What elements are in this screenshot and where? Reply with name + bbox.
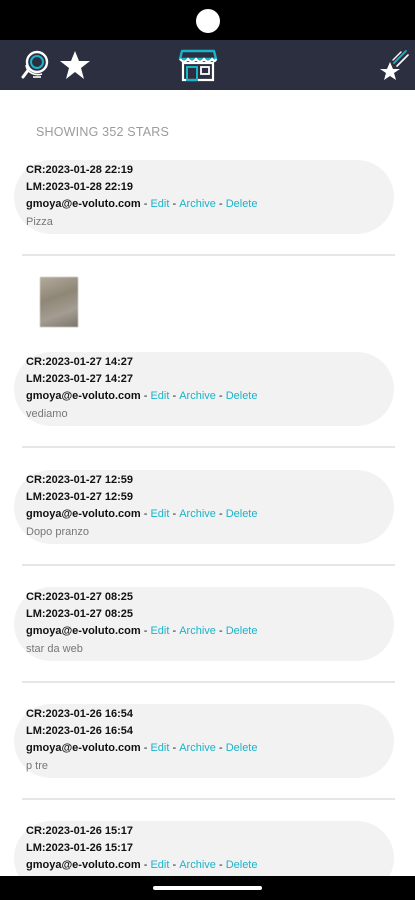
front-camera [196, 9, 220, 33]
delete-link[interactable]: Delete [226, 198, 258, 210]
delete-link[interactable]: Delete [226, 508, 258, 520]
owner-actions-row: gmoya@e-voluto.com - Edit - Archive - De… [26, 742, 257, 754]
separator: - [143, 859, 148, 871]
star-note: star da web [26, 643, 83, 655]
separator: - [218, 198, 223, 210]
divider [22, 681, 395, 683]
star-icon[interactable] [58, 40, 92, 90]
star-note: p tre [26, 760, 49, 772]
archive-link[interactable]: Archive [179, 859, 216, 871]
edit-link[interactable]: Edit [150, 508, 169, 520]
separator: - [143, 508, 148, 520]
created-date: CR:2023-01-27 14:27 [26, 356, 134, 368]
edit-link[interactable]: Edit [150, 198, 169, 210]
owner-actions-row: gmoya@e-voluto.com - Edit - Archive - De… [26, 625, 257, 637]
owner-email: gmoya@e-voluto.com [26, 742, 141, 754]
edit-link[interactable]: Edit [150, 625, 169, 637]
archive-link[interactable]: Archive [179, 508, 216, 520]
stars-list: SHOWING 352 STARS CR:2023-01-28 22:19 LM… [0, 90, 415, 876]
modified-date: LM:2023-01-26 16:54 [26, 725, 134, 737]
shooting-star-icon[interactable] [379, 40, 409, 90]
separator: - [143, 198, 148, 210]
separator: - [218, 742, 223, 754]
modified-date: LM:2023-01-26 15:17 [26, 842, 134, 854]
edit-link[interactable]: Edit [150, 390, 169, 402]
separator: - [218, 390, 223, 402]
star-note: Dopo pranzo [26, 526, 89, 538]
separator: - [143, 390, 148, 402]
showing-count: SHOWING 352 STARS [36, 125, 170, 139]
divider [22, 254, 395, 256]
modified-date: LM:2023-01-27 14:27 [26, 373, 134, 385]
owner-actions-row: gmoya@e-voluto.com - Edit - Archive - De… [26, 390, 257, 402]
created-date: CR:2023-01-28 22:19 [26, 164, 134, 176]
separator: - [143, 625, 148, 637]
archive-link[interactable]: Archive [179, 625, 216, 637]
star-card[interactable]: CR:2023-01-27 14:27 LM:2023-01-27 14:27 … [14, 352, 394, 426]
separator: - [172, 390, 177, 402]
separator: - [218, 508, 223, 520]
edit-link[interactable]: Edit [150, 742, 169, 754]
separator: - [172, 859, 177, 871]
app-bar [0, 40, 415, 90]
delete-link[interactable]: Delete [226, 625, 258, 637]
created-date: CR:2023-01-26 15:17 [26, 825, 134, 837]
star-note: vediamo [26, 408, 68, 420]
star-card[interactable]: CR:2023-01-27 12:59 LM:2023-01-27 12:59 … [14, 470, 394, 544]
globe-search-icon[interactable] [18, 40, 54, 90]
store-icon[interactable] [178, 40, 218, 90]
delete-link[interactable]: Delete [226, 742, 258, 754]
separator: - [218, 859, 223, 871]
modified-date: LM:2023-01-28 22:19 [26, 181, 134, 193]
modified-date: LM:2023-01-27 08:25 [26, 608, 134, 620]
owner-actions-row: gmoya@e-voluto.com - Edit - Archive - De… [26, 859, 257, 871]
created-date: CR:2023-01-26 16:54 [26, 708, 134, 720]
divider [22, 798, 395, 800]
created-date: CR:2023-01-27 08:25 [26, 591, 134, 603]
divider [22, 446, 395, 448]
owner-actions-row: gmoya@e-voluto.com - Edit - Archive - De… [26, 198, 257, 210]
owner-email: gmoya@e-voluto.com [26, 508, 141, 520]
owner-email: gmoya@e-voluto.com [26, 859, 141, 871]
owner-email: gmoya@e-voluto.com [26, 625, 141, 637]
owner-email: gmoya@e-voluto.com [26, 390, 141, 402]
star-note: Pizza [26, 216, 53, 228]
home-indicator[interactable] [153, 886, 262, 890]
separator: - [172, 508, 177, 520]
owner-email: gmoya@e-voluto.com [26, 198, 141, 210]
star-card[interactable]: CR:2023-01-26 16:54 LM:2023-01-26 16:54 … [14, 704, 394, 778]
star-card[interactable]: CR:2023-01-27 08:25 LM:2023-01-27 08:25 … [14, 587, 394, 661]
star-card[interactable]: CR:2023-01-28 22:19 LM:2023-01-28 22:19 … [14, 160, 394, 234]
modified-date: LM:2023-01-27 12:59 [26, 491, 134, 503]
separator: - [172, 742, 177, 754]
system-nav-bar [0, 876, 415, 900]
separator: - [172, 198, 177, 210]
delete-link[interactable]: Delete [226, 859, 258, 871]
archive-link[interactable]: Archive [179, 742, 216, 754]
star-card[interactable]: CR:2023-01-26 15:17 LM:2023-01-26 15:17 … [14, 821, 394, 876]
separator: - [218, 625, 223, 637]
edit-link[interactable]: Edit [150, 859, 169, 871]
phone-screen: SHOWING 352 STARS CR:2023-01-28 22:19 LM… [0, 0, 415, 900]
separator: - [143, 742, 148, 754]
divider [22, 564, 395, 566]
archive-link[interactable]: Archive [179, 390, 216, 402]
created-date: CR:2023-01-27 12:59 [26, 474, 134, 486]
delete-link[interactable]: Delete [226, 390, 258, 402]
owner-actions-row: gmoya@e-voluto.com - Edit - Archive - De… [26, 508, 257, 520]
archive-link[interactable]: Archive [179, 198, 216, 210]
attachment-thumbnail[interactable] [40, 277, 78, 327]
separator: - [172, 625, 177, 637]
status-bar [0, 0, 415, 40]
